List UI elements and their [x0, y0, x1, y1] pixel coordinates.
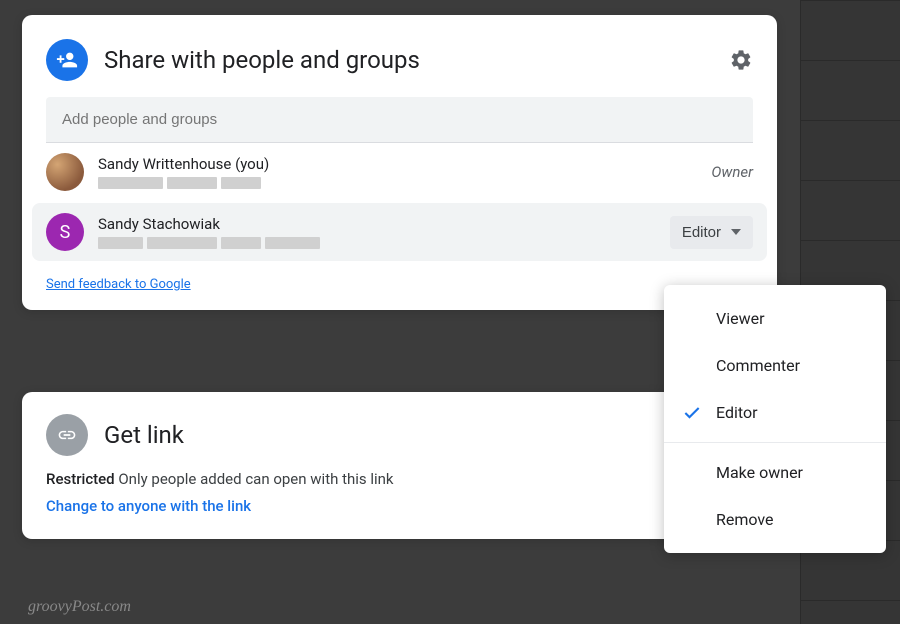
- chevron-down-icon: [731, 224, 741, 241]
- menu-item-remove[interactable]: Remove: [664, 496, 886, 543]
- menu-item-viewer[interactable]: Viewer: [664, 295, 886, 342]
- role-dropdown-button[interactable]: Editor: [670, 216, 753, 249]
- role-menu: Viewer Commenter Editor Make owner Remov…: [664, 285, 886, 553]
- gear-icon[interactable]: [729, 48, 753, 72]
- avatar: S: [46, 213, 84, 251]
- link-title: Get link: [104, 421, 184, 449]
- menu-divider: [664, 442, 886, 443]
- person-info: Sandy Stachowiak: [98, 215, 670, 249]
- person-info: Sandy Writtenhouse (you): [98, 155, 711, 189]
- person-row: Sandy Writtenhouse (you) Owner: [22, 143, 777, 201]
- menu-item-commenter[interactable]: Commenter: [664, 342, 886, 389]
- share-dialog: Share with people and groups Sandy Writt…: [22, 15, 777, 310]
- link-icon: [46, 414, 88, 456]
- people-plus-icon: [46, 39, 88, 81]
- avatar: [46, 153, 84, 191]
- restricted-label: Restricted: [46, 470, 115, 488]
- change-access-link[interactable]: Change to anyone with the link: [46, 497, 251, 515]
- check-icon: [682, 403, 702, 423]
- person-name: Sandy Writtenhouse (you): [98, 155, 711, 173]
- menu-item-make-owner[interactable]: Make owner: [664, 449, 886, 496]
- watermark: groovyPost.com: [28, 598, 131, 616]
- menu-item-editor[interactable]: Editor: [664, 389, 886, 436]
- person-email-redacted: [98, 177, 711, 189]
- add-people-input-wrap: [46, 97, 753, 143]
- person-name: Sandy Stachowiak: [98, 215, 670, 233]
- share-title: Share with people and groups: [104, 46, 729, 74]
- owner-label: Owner: [711, 163, 753, 181]
- restricted-line: Restricted Only people added can open wi…: [46, 470, 753, 488]
- person-row: S Sandy Stachowiak Editor: [32, 203, 767, 261]
- add-people-input[interactable]: [46, 97, 753, 143]
- person-email-redacted: [98, 237, 670, 249]
- role-dropdown-label: Editor: [682, 224, 721, 241]
- share-header: Share with people and groups: [22, 15, 777, 97]
- feedback-link[interactable]: Send feedback to Google: [46, 277, 191, 292]
- link-header: Get link: [46, 414, 753, 456]
- restricted-text: Only people added can open with this lin…: [115, 470, 394, 488]
